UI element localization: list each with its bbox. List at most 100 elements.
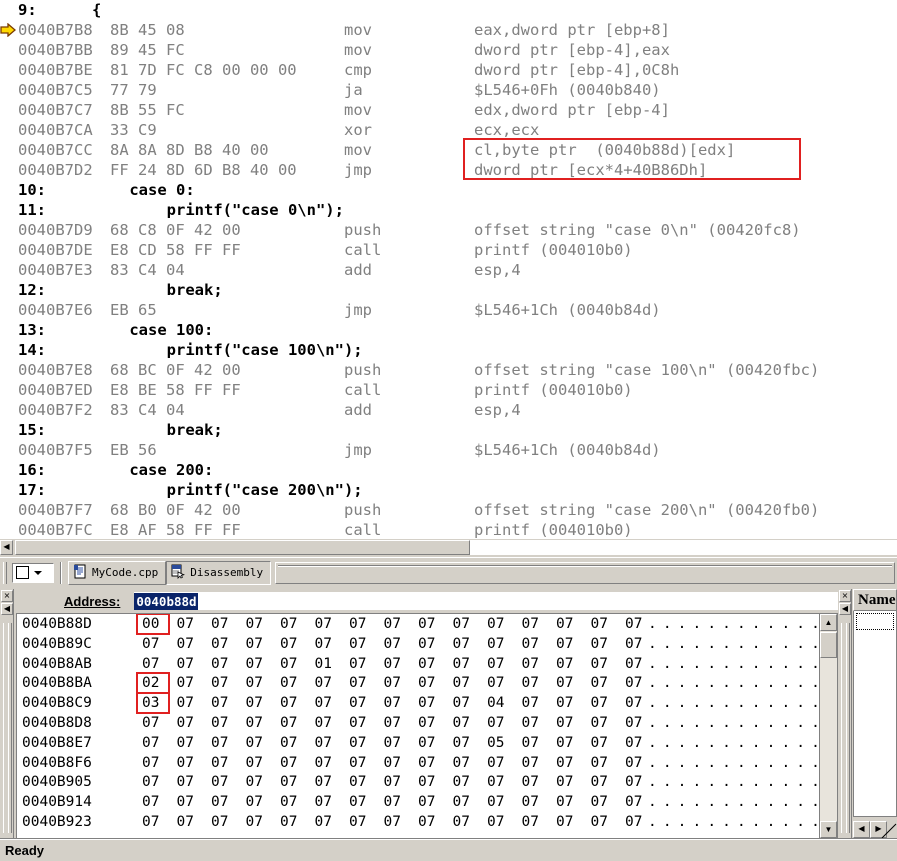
memory-byte-cell[interactable]: 07 [522, 813, 539, 833]
memory-byte-cell[interactable]: 07 [349, 773, 366, 793]
tab-disassembly[interactable]: Disassembly [166, 560, 272, 585]
memory-byte-cell[interactable]: 07 [522, 674, 539, 694]
scroll-down-icon[interactable]: ▼ [820, 821, 837, 838]
memory-byte-cell[interactable]: 07 [349, 674, 366, 694]
memory-byte-cell[interactable]: 07 [453, 635, 470, 655]
close-icon[interactable]: × [1, 590, 13, 602]
memory-byte-cell[interactable]: 07 [522, 635, 539, 655]
memory-byte-cell[interactable]: 07 [487, 813, 504, 833]
memory-byte-cell[interactable]: 07 [591, 615, 608, 635]
tab-mycode-cpp[interactable]: MyCode.cpp [68, 560, 167, 585]
memory-byte-cell[interactable]: 07 [280, 655, 297, 675]
memory-row[interactable]: 0040B89C 07 07 07 07 07 07 07 07 07 07 07 07 07 07 07..… [22, 635, 837, 655]
memory-byte-cell[interactable]: 07 [487, 773, 504, 793]
memory-byte-cell[interactable]: 07 [349, 793, 366, 813]
memory-byte-cell[interactable]: 07 [142, 773, 159, 793]
memory-byte-cell[interactable]: 07 [453, 813, 470, 833]
memory-byte-cell[interactable]: 07 [487, 793, 504, 813]
memory-row[interactable]: 0040B8E7 07 07 07 07 07 07 07 07 07 07 05 07 07 07 07..… [22, 734, 837, 754]
source-line[interactable]: 13: case 100: [0, 320, 897, 340]
memory-byte-cell[interactable]: 07 [625, 635, 642, 655]
disassembly-line[interactable]: 0040B7FC E8 AF 58 FF FF call printf (004010… [0, 520, 897, 538]
source-line[interactable]: 9: { [0, 0, 897, 20]
memory-byte-cell[interactable]: 07 [280, 615, 297, 635]
memory-hex-grid[interactable]: 0040B88D 00 07 07 07 07 07 07 07 07 07 07 07 07 07 07..… [16, 613, 838, 839]
memory-byte-cell[interactable]: 07 [246, 674, 263, 694]
scroll-thumb[interactable] [15, 539, 470, 555]
context-combo[interactable] [12, 562, 54, 583]
memory-byte-cell[interactable]: 07 [418, 793, 435, 813]
memory-byte-cell[interactable]: 07 [418, 635, 435, 655]
memory-byte-cell[interactable]: 07 [384, 793, 401, 813]
memory-byte-cell[interactable]: 07 [418, 714, 435, 734]
disassembly-pane[interactable]: 9: {0040B7B8 8B 45 08 mov eax,dword ptr [ebp… [0, 0, 897, 538]
memory-byte-cell[interactable]: 07 [349, 615, 366, 635]
memory-byte-cell[interactable]: 07 [453, 773, 470, 793]
memory-byte-cell[interactable]: 07 [211, 754, 228, 774]
memory-byte-cell[interactable]: 07 [315, 734, 332, 754]
memory-byte-cell[interactable]: 07 [556, 655, 573, 675]
memory-byte-cell[interactable]: 07 [280, 734, 297, 754]
memory-byte-cell[interactable]: 07 [177, 813, 194, 833]
memory-byte-cell[interactable]: 07 [625, 813, 642, 833]
scroll-up-icon[interactable]: ▲ [820, 614, 837, 631]
memory-row[interactable]: 0040B923 07 07 07 07 07 07 07 07 07 07 07 07 07 07 07..… [22, 813, 837, 833]
watch-column-name[interactable]: Name [853, 589, 897, 611]
memory-byte-cell[interactable]: 07 [418, 694, 435, 714]
memory-byte-cell[interactable]: 04 [487, 694, 504, 714]
memory-byte-cell[interactable]: 07 [487, 674, 504, 694]
disassembly-line[interactable]: 0040B7ED E8 BE 58 FF FF call printf (004010… [0, 380, 897, 400]
memory-byte-cell[interactable]: 07 [315, 694, 332, 714]
scroll-left-icon[interactable]: ◀ [0, 539, 13, 555]
memory-byte-cell[interactable]: 07 [418, 655, 435, 675]
memory-byte-cell[interactable]: 07 [349, 694, 366, 714]
memory-byte-cell[interactable]: 07 [625, 773, 642, 793]
source-line[interactable]: 11: printf("case 0\n"); [0, 200, 897, 220]
memory-byte-cell[interactable]: 07 [280, 773, 297, 793]
memory-byte-cell[interactable]: 07 [177, 674, 194, 694]
memory-byte-cell[interactable]: 07 [142, 655, 159, 675]
memory-byte-cell[interactable]: 07 [280, 813, 297, 833]
memory-byte-cell[interactable]: 07 [211, 793, 228, 813]
memory-byte-cell[interactable]: 07 [522, 793, 539, 813]
memory-byte-cell[interactable]: 07 [625, 694, 642, 714]
memory-byte-cell[interactable]: 07 [315, 615, 332, 635]
memory-byte-cell[interactable]: 07 [246, 734, 263, 754]
memory-byte-cell[interactable]: 07 [246, 635, 263, 655]
memory-byte-cell[interactable]: 07 [280, 674, 297, 694]
memory-byte-cell[interactable]: 07 [487, 754, 504, 774]
memory-byte-cell[interactable]: 07 [591, 635, 608, 655]
memory-byte-cell[interactable]: 07 [177, 694, 194, 714]
memory-byte-cell[interactable]: 07 [384, 674, 401, 694]
memory-byte-cell[interactable]: 07 [211, 773, 228, 793]
memory-row[interactable]: 0040B8BA 02 07 07 07 07 07 07 07 07 07 07 07 07 07 07..… [22, 672, 837, 695]
memory-byte-cell[interactable]: 07 [591, 754, 608, 774]
memory-byte-cell[interactable]: 07 [487, 655, 504, 675]
memory-byte-cell[interactable]: 07 [384, 754, 401, 774]
memory-window[interactable]: × ◀ Address: 0040b88d 0040B88D 00 07 07 07 07… [0, 589, 838, 839]
memory-byte-cell[interactable]: 07 [211, 714, 228, 734]
disassembly-line[interactable]: 0040B7E6 EB 65 jmp $L546+1Ch (0040b84d) [0, 300, 897, 320]
source-line[interactable]: 15: break; [0, 420, 897, 440]
collapse-left-icon[interactable]: ◀ [1, 603, 13, 615]
memory-byte-cell[interactable]: 07 [280, 793, 297, 813]
disassembly-line[interactable]: 0040B7B8 8B 45 08 mov eax,dword ptr [ebp+8] [0, 20, 897, 40]
memory-byte-cell[interactable]: 07 [349, 714, 366, 734]
memory-byte-cell[interactable]: 07 [246, 655, 263, 675]
memory-byte-cell[interactable]: 01 [315, 655, 332, 675]
memory-byte-cell[interactable]: 07 [522, 773, 539, 793]
memory-byte-cell[interactable]: 07 [246, 773, 263, 793]
memory-byte-cell[interactable]: 07 [522, 734, 539, 754]
watch-horizontal-scrollbar[interactable]: ◀ ▶ [853, 819, 897, 839]
memory-byte-cell[interactable]: 07 [211, 813, 228, 833]
memory-byte-cell[interactable]: 07 [522, 655, 539, 675]
memory-byte-cell[interactable]: 07 [211, 694, 228, 714]
memory-byte-cell[interactable]: 07 [625, 793, 642, 813]
memory-byte-cell[interactable]: 07 [591, 793, 608, 813]
memory-byte-cell[interactable]: 07 [453, 793, 470, 813]
memory-byte-cell[interactable]: 07 [591, 714, 608, 734]
memory-byte-cell[interactable]: 07 [591, 773, 608, 793]
memory-row[interactable]: 0040B8D8 07 07 07 07 07 07 07 07 07 07 07 07 07 07 07..… [22, 714, 837, 734]
memory-byte-cell[interactable]: 07 [246, 813, 263, 833]
resize-grip-icon[interactable] [881, 823, 897, 839]
